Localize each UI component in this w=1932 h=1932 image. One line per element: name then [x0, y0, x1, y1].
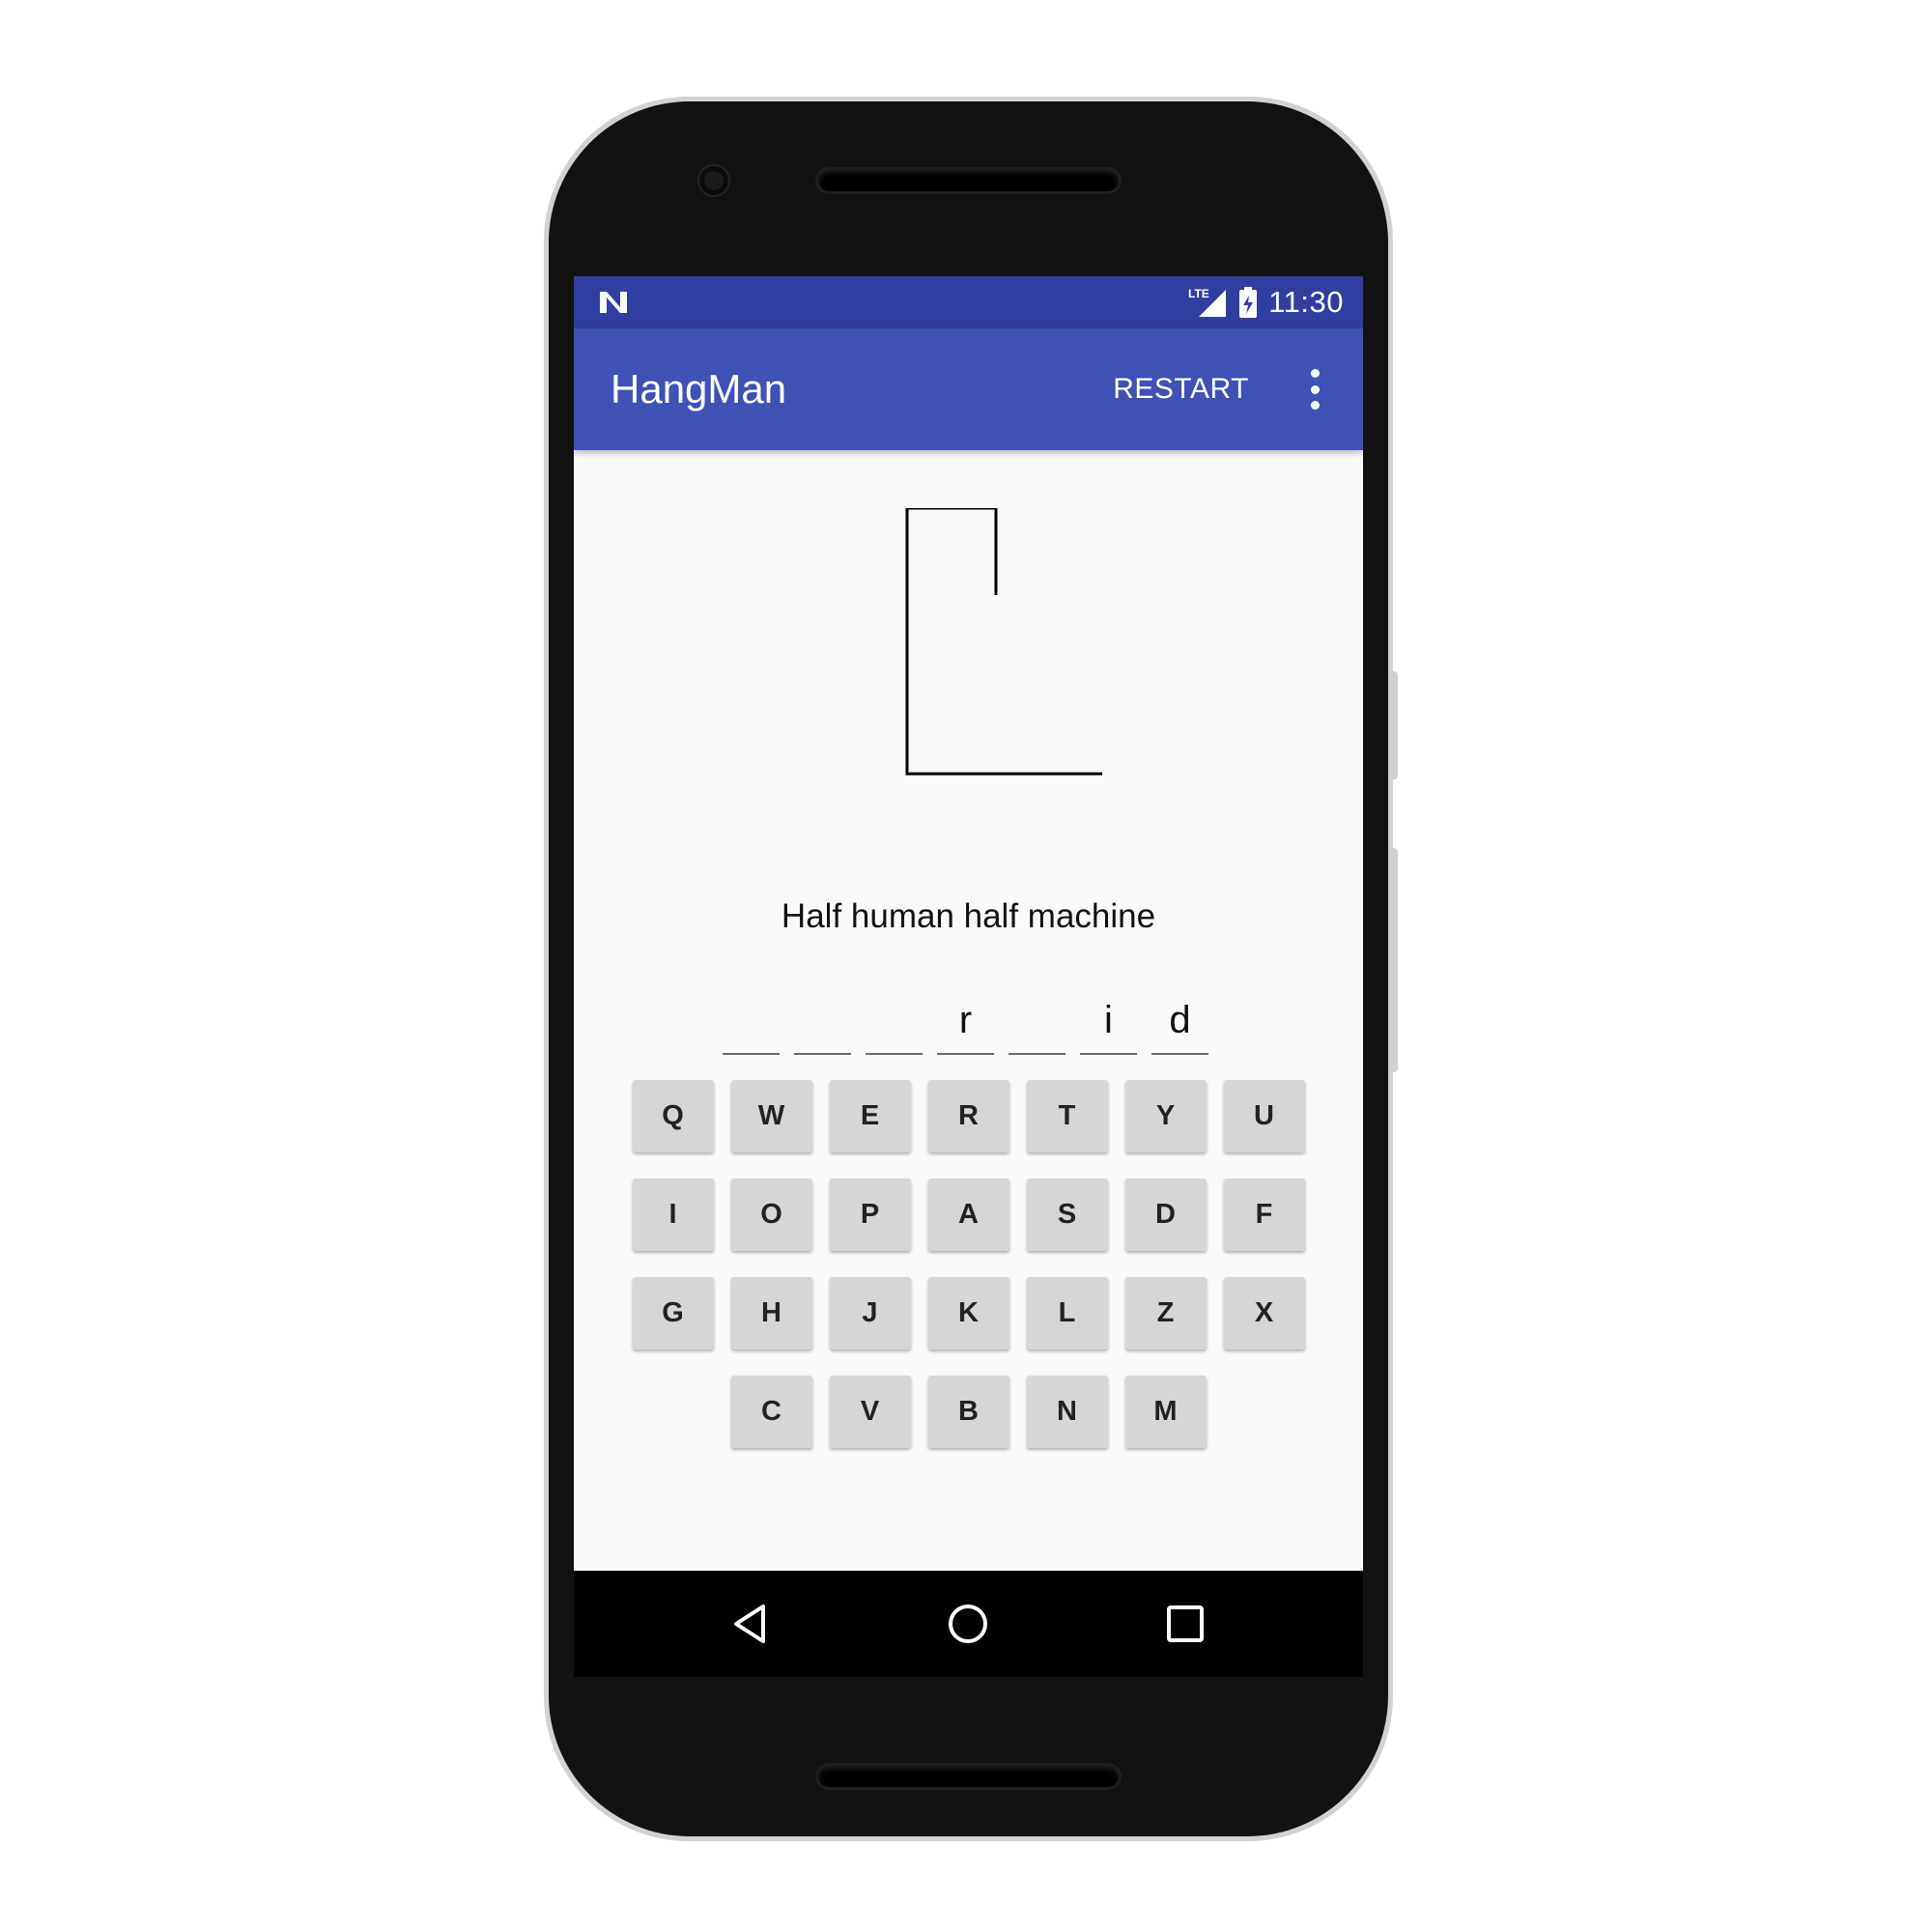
key-a[interactable]: A — [927, 1179, 1009, 1251]
key-o[interactable]: O — [730, 1179, 812, 1251]
key-t[interactable]: T — [1026, 1080, 1108, 1152]
key-w[interactable]: W — [730, 1080, 812, 1152]
keyboard-row: Q W E R T Y U — [574, 1080, 1363, 1152]
battery-charging-icon — [1239, 287, 1258, 318]
more-vert-icon[interactable] — [1303, 369, 1326, 410]
volume-button — [1390, 848, 1398, 1072]
word-hint: Half human half machine — [781, 897, 1156, 935]
screen: LTE 11:30 HangMan RESTART Half human hal… — [574, 276, 1363, 1677]
key-q[interactable]: Q — [632, 1080, 714, 1152]
home-icon[interactable] — [945, 1601, 991, 1647]
word-slots: r i d — [723, 999, 1208, 1055]
key-x[interactable]: X — [1223, 1277, 1305, 1350]
key-z[interactable]: Z — [1124, 1277, 1207, 1350]
bottom-speaker — [818, 1766, 1119, 1787]
key-b[interactable]: B — [927, 1376, 1009, 1448]
key-j[interactable]: J — [829, 1277, 911, 1350]
android-n-icon — [600, 292, 627, 313]
back-icon[interactable] — [728, 1601, 775, 1647]
keyboard-row: G H J K L Z X — [574, 1277, 1363, 1350]
letter-slot — [794, 999, 851, 1055]
navigation-bar — [574, 1571, 1363, 1677]
key-h[interactable]: H — [730, 1277, 812, 1350]
app-title: HangMan — [611, 366, 787, 412]
keyboard-row: I O P A S D F — [574, 1179, 1363, 1251]
letter-keyboard: Q W E R T Y U I O P A S D F G H J K L Z … — [574, 1080, 1363, 1474]
restart-button[interactable]: RESTART — [1113, 328, 1249, 450]
app-bar: HangMan RESTART — [574, 328, 1363, 450]
letter-slot — [1009, 999, 1065, 1055]
key-r[interactable]: R — [927, 1080, 1009, 1152]
recents-icon[interactable] — [1162, 1601, 1208, 1647]
key-c[interactable]: C — [730, 1376, 812, 1448]
gallows-structure — [905, 508, 1102, 776]
key-l[interactable]: L — [1026, 1277, 1108, 1350]
status-icons: LTE 11:30 — [1187, 276, 1344, 328]
lte-signal-icon: LTE — [1188, 287, 1227, 317]
letter-slot: i — [1080, 999, 1137, 1055]
key-g[interactable]: G — [632, 1277, 714, 1350]
status-bar: LTE 11:30 — [574, 276, 1363, 328]
key-f[interactable]: F — [1223, 1179, 1305, 1251]
keyboard-row: C V B N M — [574, 1376, 1363, 1448]
key-s[interactable]: S — [1026, 1179, 1108, 1251]
key-y[interactable]: Y — [1124, 1080, 1207, 1152]
key-v[interactable]: V — [829, 1376, 911, 1448]
key-d[interactable]: D — [1124, 1179, 1207, 1251]
key-e[interactable]: E — [829, 1080, 911, 1152]
letter-slot: d — [1151, 999, 1208, 1055]
status-time: 11:30 — [1268, 285, 1344, 319]
letter-slot — [723, 999, 780, 1055]
key-m[interactable]: M — [1124, 1376, 1207, 1448]
hangman-gallows — [905, 508, 1102, 776]
svg-text:LTE: LTE — [1188, 287, 1209, 300]
power-button — [1390, 671, 1398, 780]
key-p[interactable]: P — [829, 1179, 911, 1251]
key-k[interactable]: K — [927, 1277, 1009, 1350]
letter-slot — [866, 999, 923, 1055]
key-i[interactable]: I — [632, 1179, 714, 1251]
key-n[interactable]: N — [1026, 1376, 1108, 1448]
letter-slot: r — [937, 999, 994, 1055]
top-speaker — [818, 170, 1119, 191]
front-camera — [699, 166, 728, 195]
key-u[interactable]: U — [1223, 1080, 1305, 1152]
